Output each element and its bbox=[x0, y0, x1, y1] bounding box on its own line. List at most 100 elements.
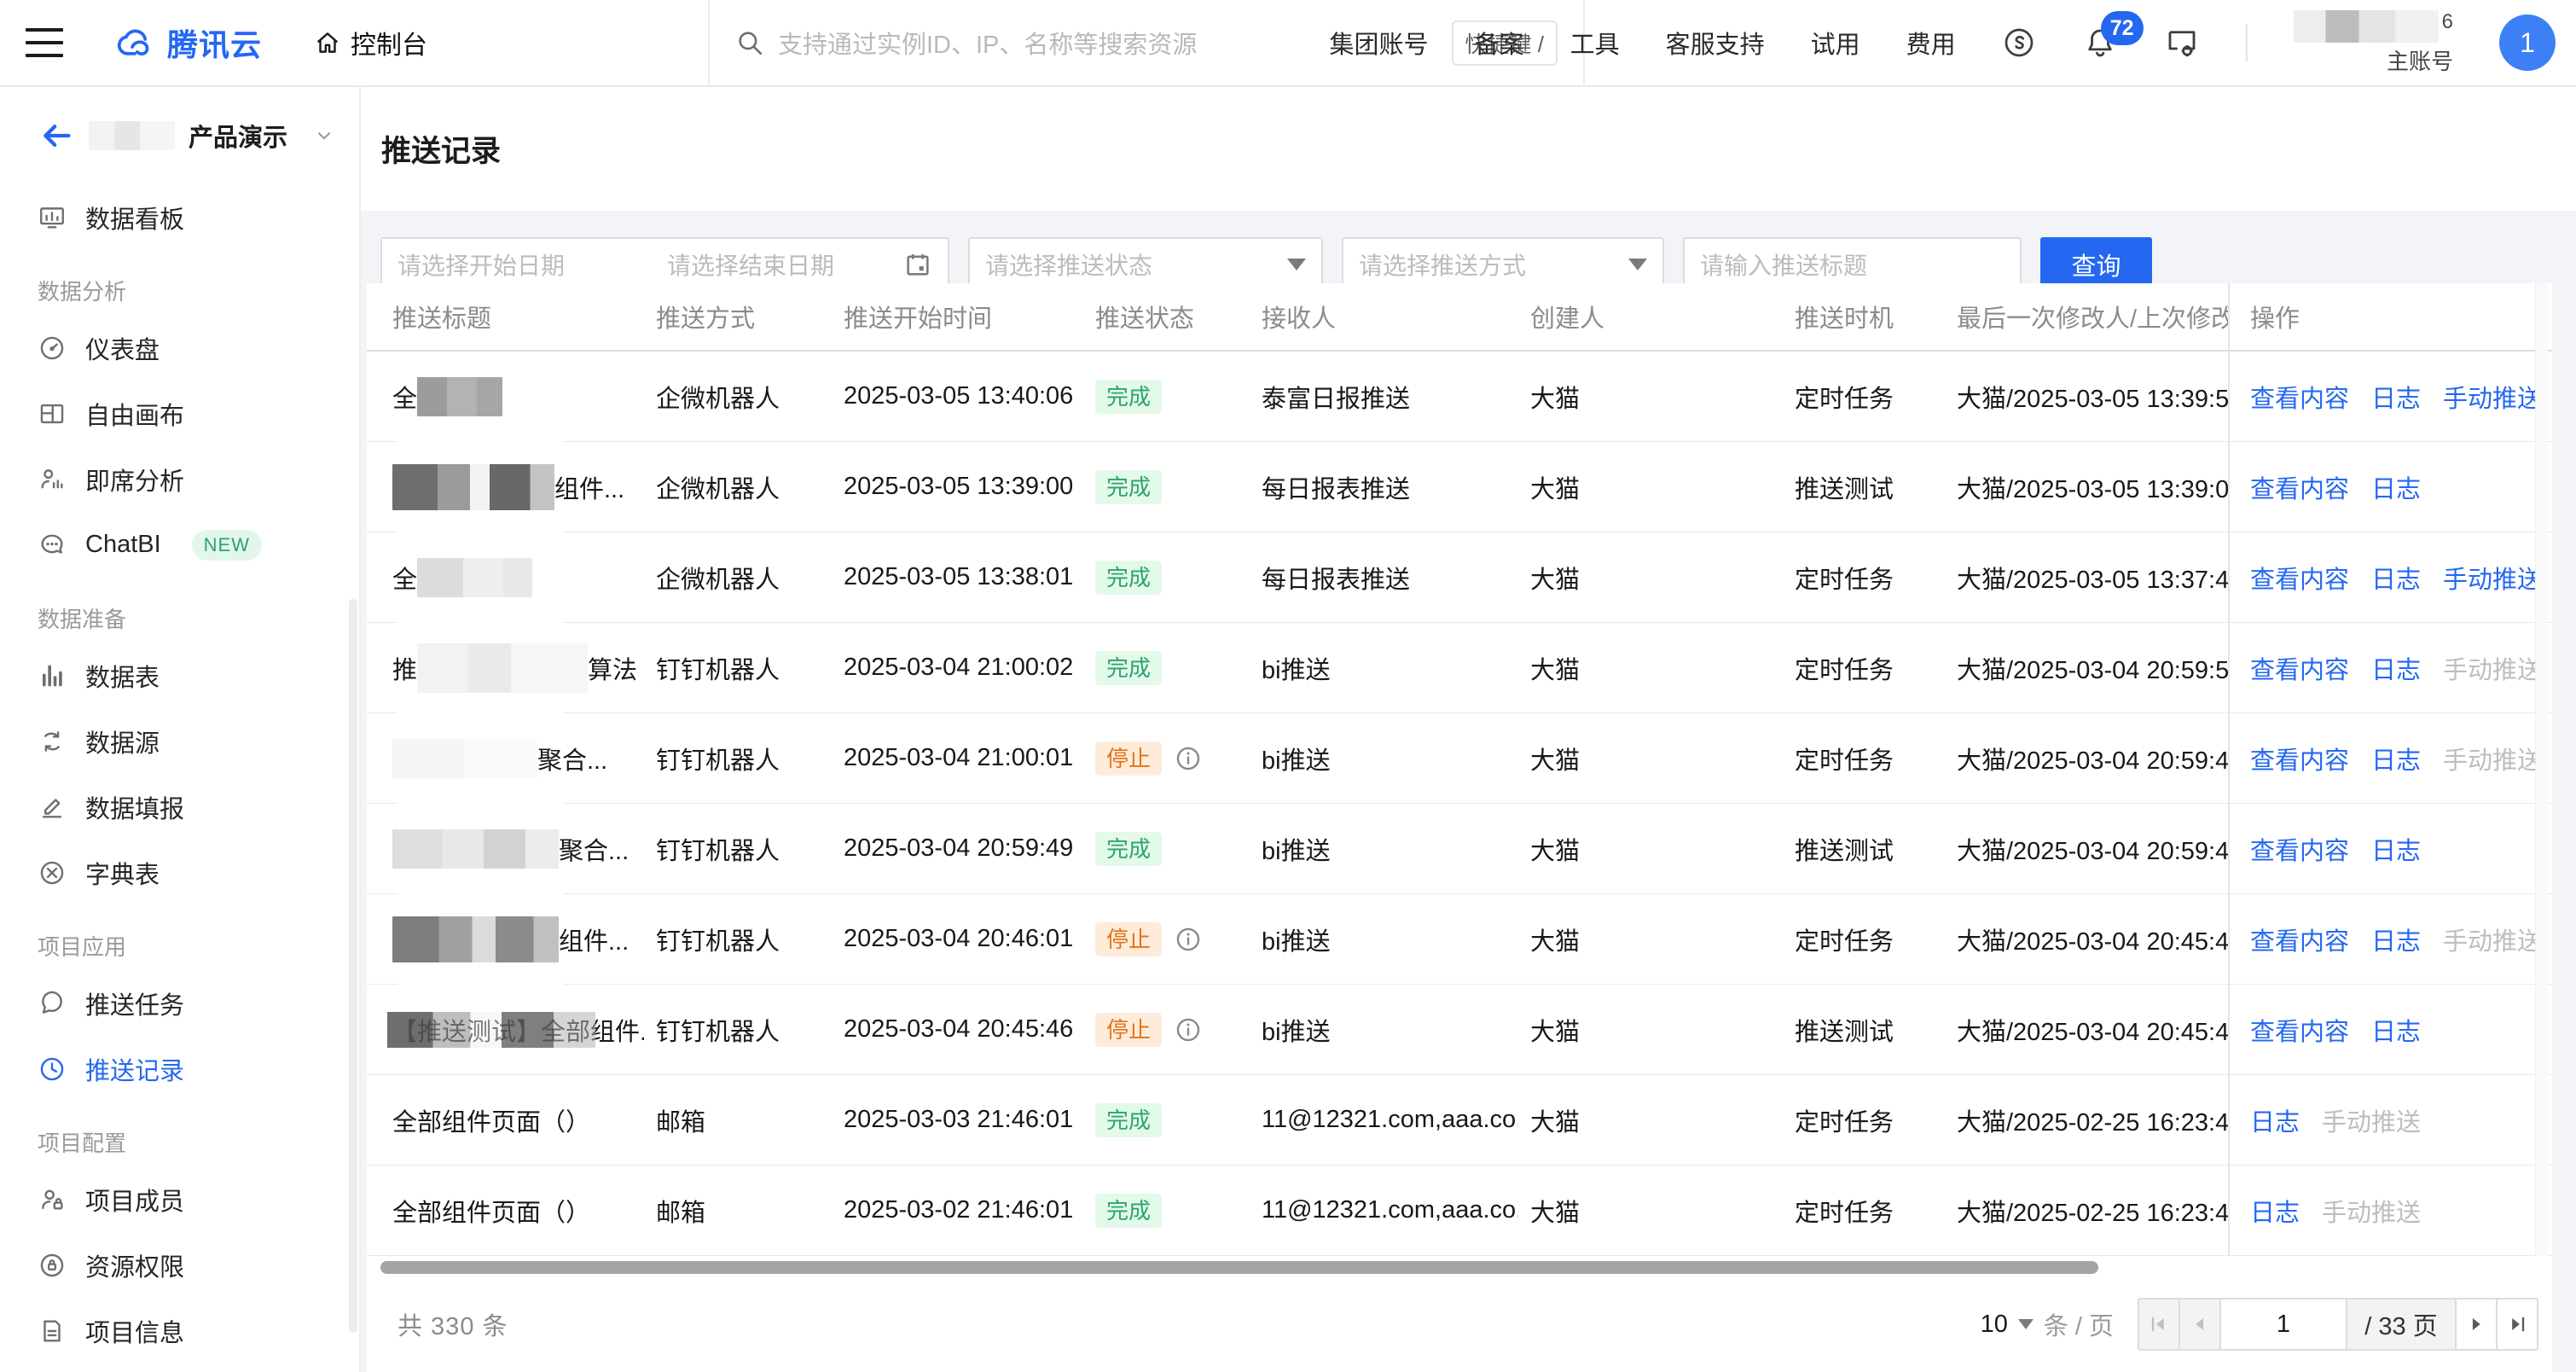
action-link[interactable]: 查看内容 bbox=[2250, 469, 2349, 505]
nav-menu-item-3[interactable]: 客服支持 bbox=[1666, 25, 1765, 61]
sidebar-item-pushtask[interactable]: 推送任务 bbox=[0, 970, 359, 1036]
cell-receiver: bi推送 bbox=[1250, 650, 1518, 686]
sidebar-item-chatbi[interactable]: ChatBINEW bbox=[0, 512, 359, 578]
sidebar-item-formfill[interactable]: 数据填报 bbox=[0, 774, 359, 840]
page-size-select[interactable]: 10 条 / 页 bbox=[1981, 1306, 2114, 1342]
cell-operations: 查看内容日志手动推送 bbox=[2228, 623, 2552, 712]
title-mosaic-redaction bbox=[417, 643, 588, 693]
sidebar-scrollbar[interactable] bbox=[349, 599, 357, 1333]
action-link[interactable]: 日志 bbox=[2371, 831, 2421, 867]
cell-push-timing: 定时任务 bbox=[1783, 560, 1945, 596]
title-text-suffix: 聚合... bbox=[559, 831, 629, 867]
column-header-3: 推送状态 bbox=[1083, 299, 1250, 334]
nav-menu-item-4[interactable]: 试用 bbox=[1811, 25, 1860, 61]
cell-push-title: 【推送测试】全部组件... bbox=[367, 1012, 644, 1048]
cell-push-timing: 推送测试 bbox=[1783, 1012, 1945, 1048]
action-link[interactable]: 日志 bbox=[2250, 1193, 2300, 1229]
action-link[interactable]: 查看内容 bbox=[2250, 650, 2349, 686]
sidebar-item-pushlog[interactable]: 推送记录 bbox=[0, 1036, 359, 1102]
title-mosaic-redaction bbox=[392, 916, 559, 962]
cell-start-time: 2025-03-04 21:00:01 bbox=[832, 744, 1083, 772]
action-link[interactable]: 日志 bbox=[2371, 650, 2421, 686]
console-settings-icon[interactable] bbox=[2164, 25, 2200, 61]
action-link[interactable]: 手动推送 bbox=[2443, 560, 2542, 596]
account-info[interactable]: 6 主账号 bbox=[2294, 10, 2453, 76]
cell-receiver: 泰富日报推送 bbox=[1250, 379, 1518, 415]
cell-operations: 查看内容日志手动推送 bbox=[2228, 352, 2552, 441]
sidebar-item-dictionary[interactable]: 字典表 bbox=[0, 840, 359, 905]
chatbi-icon bbox=[38, 531, 67, 560]
action-link[interactable]: 查看内容 bbox=[2250, 1012, 2349, 1048]
sidebar-item-dashboard[interactable]: 数据看板 bbox=[0, 184, 359, 250]
action-link[interactable]: 日志 bbox=[2371, 560, 2421, 596]
action-link: 手动推送 bbox=[2322, 1193, 2421, 1229]
action-link[interactable]: 日志 bbox=[2371, 921, 2421, 957]
action-link[interactable]: 查看内容 bbox=[2250, 921, 2349, 957]
sidebar-item-adhoc[interactable]: 即席分析 bbox=[0, 446, 359, 512]
navbar-menu: 集团账号 备案 工具 客服支持 试用 费用 bbox=[1330, 25, 1956, 61]
action-link[interactable]: 查看内容 bbox=[2250, 741, 2349, 776]
action-link[interactable]: 查看内容 bbox=[2250, 379, 2349, 415]
sidebar-item-members[interactable]: 项目成员 bbox=[0, 1166, 359, 1232]
status-badge: 完成 bbox=[1095, 651, 1162, 685]
cell-last-modified: 大猫/2025-03-04 20:59:49 bbox=[1945, 831, 2228, 867]
sidebar-item-canvas[interactable]: 自由画布 bbox=[0, 381, 359, 446]
avatar[interactable]: 1 bbox=[2499, 15, 2556, 71]
first-page-button[interactable] bbox=[2138, 1298, 2180, 1351]
table-horizontal-scrollbar[interactable] bbox=[380, 1261, 2098, 1274]
info-icon[interactable] bbox=[1174, 1015, 1203, 1044]
next-page-button[interactable] bbox=[2455, 1298, 2498, 1351]
sidebar-item-gauge[interactable]: 仪表盘 bbox=[0, 315, 359, 381]
sidebar-item-permission[interactable]: 资源权限 bbox=[0, 1232, 359, 1298]
back-arrow-icon[interactable] bbox=[38, 120, 75, 151]
action-link[interactable]: 查看内容 bbox=[2250, 831, 2349, 867]
action-link[interactable]: 手动推送 bbox=[2443, 379, 2542, 415]
info-icon[interactable] bbox=[1174, 744, 1203, 773]
notification-bell-icon[interactable]: 72 bbox=[2082, 25, 2118, 61]
title-text: 推 bbox=[392, 650, 417, 686]
status-badge: 完成 bbox=[1095, 1103, 1162, 1137]
new-badge: NEW bbox=[192, 530, 262, 561]
prev-page-button[interactable] bbox=[2179, 1298, 2221, 1351]
sidebar-group-title: 数据准备 bbox=[0, 590, 359, 642]
cell-last-modified: 大猫/2025-03-04 20:59:49 bbox=[1945, 741, 2228, 776]
last-page-button[interactable] bbox=[2496, 1298, 2538, 1351]
column-header-5: 创建人 bbox=[1518, 299, 1783, 334]
dashboard-icon bbox=[38, 203, 67, 232]
sidebar-item-datatable[interactable]: 数据表 bbox=[0, 642, 359, 708]
cell-push-method: 钉钉机器人 bbox=[644, 650, 832, 686]
dropdown-caret-icon bbox=[2018, 1319, 2034, 1329]
nav-menu-item-1[interactable]: 备案 bbox=[1475, 25, 1524, 61]
hamburger-menu-icon[interactable] bbox=[26, 28, 63, 57]
cell-push-title: 推算法 bbox=[367, 643, 644, 693]
title-text-redacted: 【推送测试】全部 bbox=[392, 1012, 590, 1048]
table-vertical-scrollbar[interactable] bbox=[2535, 283, 2548, 1256]
action-link[interactable]: 查看内容 bbox=[2250, 560, 2349, 596]
action-link[interactable]: 日志 bbox=[2371, 379, 2421, 415]
sidebar-item-datasource[interactable]: 数据源 bbox=[0, 708, 359, 774]
nav-menu-item-5[interactable]: 费用 bbox=[1906, 25, 1956, 61]
console-link[interactable]: 控制台 bbox=[313, 24, 427, 61]
current-page-input[interactable]: 1 bbox=[2219, 1298, 2347, 1351]
brand-logo[interactable]: 腾讯云 bbox=[113, 20, 262, 65]
workspace-icon[interactable] bbox=[2002, 26, 2036, 60]
action-link[interactable]: 日志 bbox=[2371, 469, 2421, 505]
project-name-suffix: 产品演示 bbox=[189, 118, 287, 154]
sidebar-item-projectinfo[interactable]: 项目信息 bbox=[0, 1298, 359, 1363]
cell-push-method: 邮箱 bbox=[644, 1193, 832, 1229]
cell-receiver: 每日报表推送 bbox=[1250, 560, 1518, 596]
nav-menu-item-2[interactable]: 工具 bbox=[1570, 25, 1620, 61]
status-badge: 停止 bbox=[1095, 922, 1162, 956]
table-row: 全企微机器人2025-03-05 13:40:06完成泰富日报推送大猫定时任务大… bbox=[367, 352, 2552, 442]
page-size-unit: 条 / 页 bbox=[2044, 1306, 2114, 1342]
chevron-down-icon[interactable] bbox=[313, 125, 335, 147]
sidebar-item-label: 推送任务 bbox=[85, 985, 184, 1021]
nav-menu-item-0[interactable]: 集团账号 bbox=[1330, 25, 1429, 61]
action-link[interactable]: 日志 bbox=[2371, 1012, 2421, 1048]
action-link[interactable]: 日志 bbox=[2371, 741, 2421, 776]
projectinfo-icon bbox=[38, 1317, 67, 1346]
cell-start-time: 2025-03-03 21:46:01 bbox=[832, 1106, 1083, 1134]
action-link[interactable]: 日志 bbox=[2250, 1102, 2300, 1138]
cell-start-time: 2025-03-04 21:00:02 bbox=[832, 654, 1083, 682]
info-icon[interactable] bbox=[1174, 925, 1203, 954]
